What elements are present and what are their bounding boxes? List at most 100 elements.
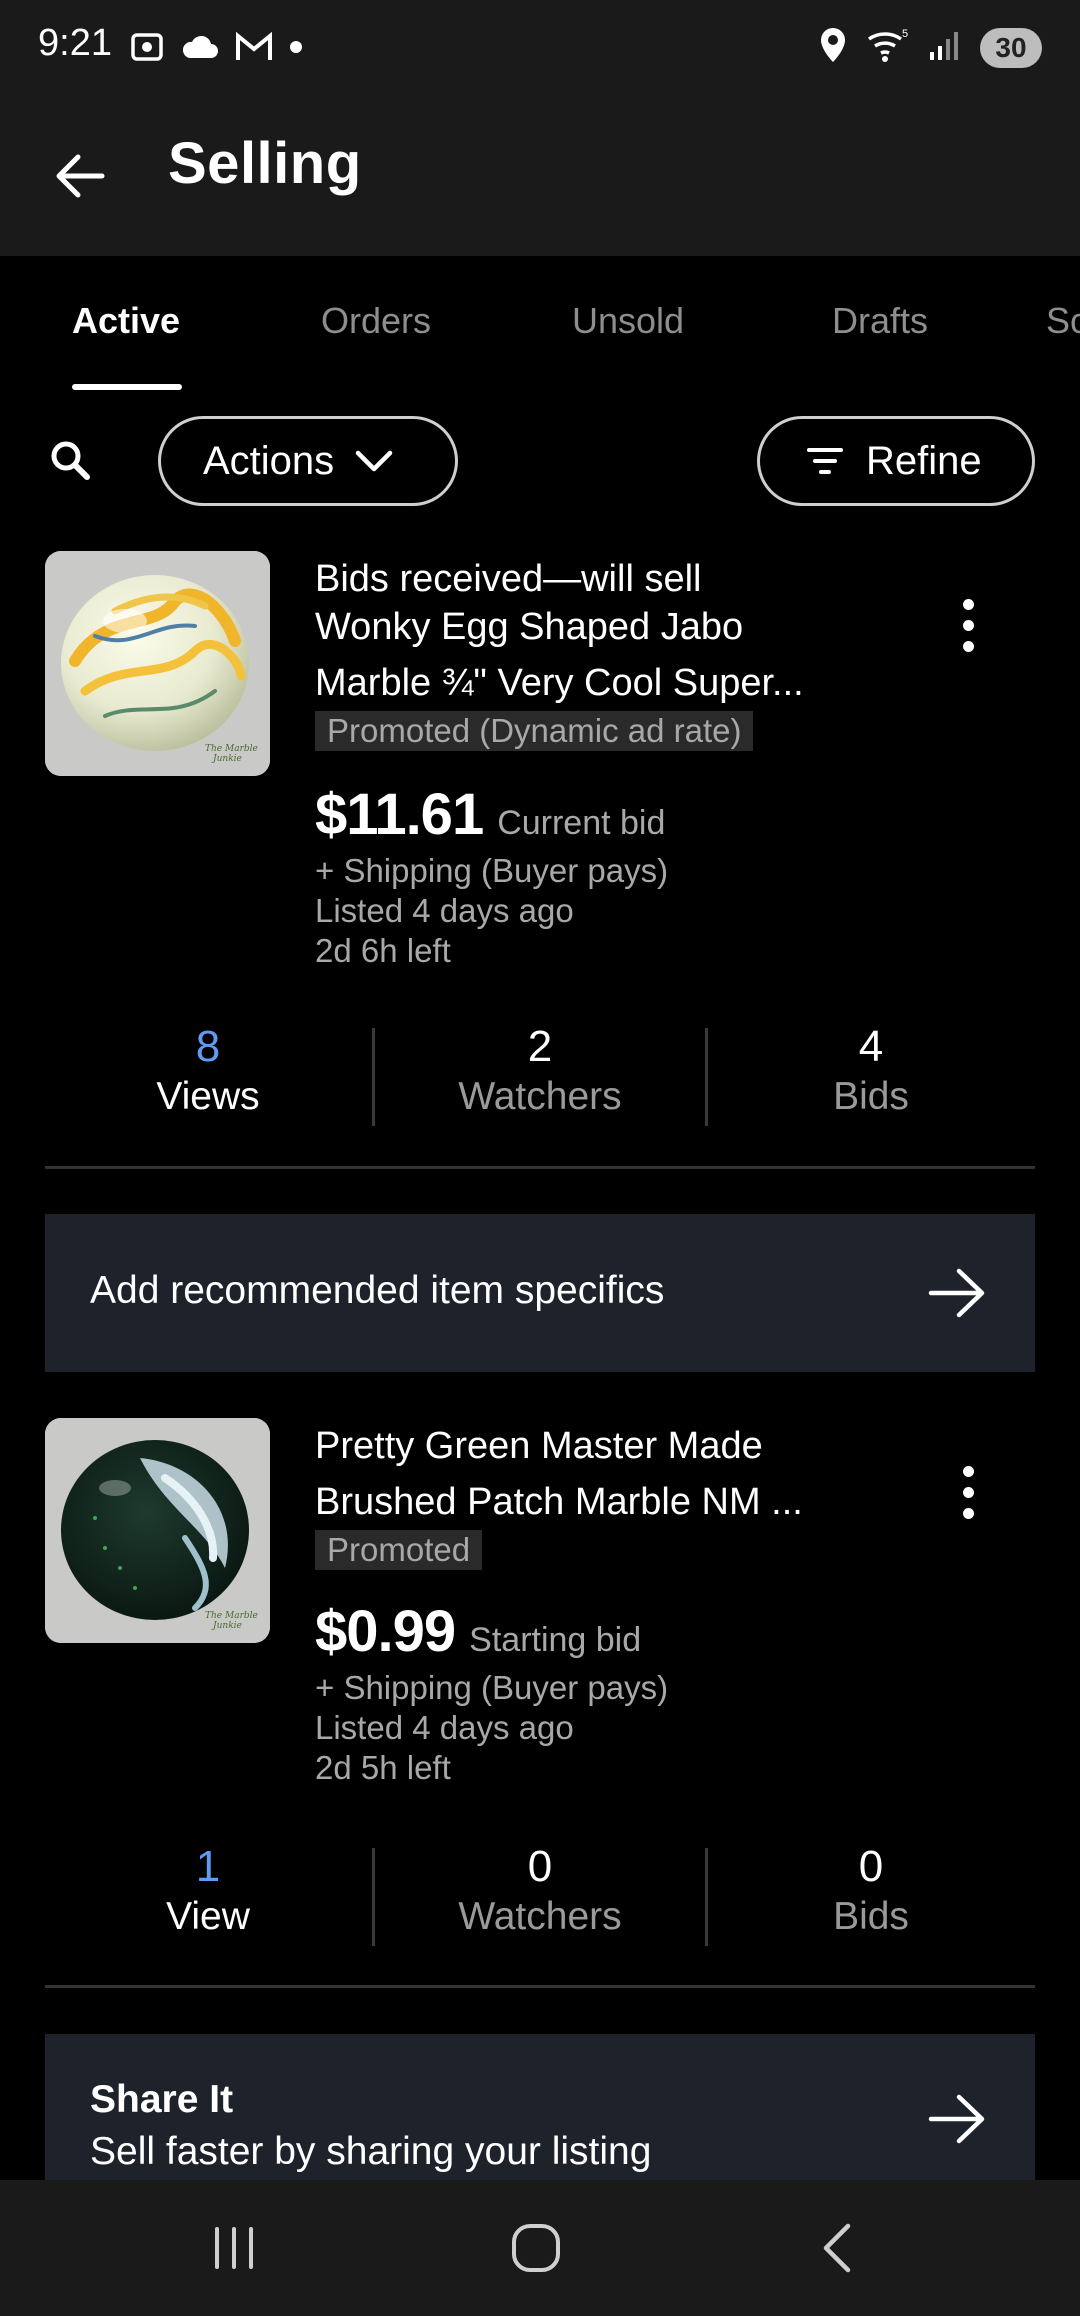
listing-thumbnail[interactable]: The Marble Junkie [45, 551, 270, 776]
status-left-icons [128, 28, 304, 71]
wifi-icon: 5 [866, 27, 910, 68]
price-label: Current bid [497, 804, 666, 842]
status-bar: 9:21 5 30 [0, 0, 1080, 96]
listed-text: Listed 4 days ago [315, 1709, 574, 1746]
listed-text: Listed 4 days ago [315, 892, 574, 929]
stat-watchers: 0 Watchers [375, 1842, 705, 1942]
recents-icon [215, 2227, 253, 2269]
price-row: $0.99 Starting bid [315, 1598, 641, 1665]
chevron-down-icon [355, 450, 393, 472]
title-line: Marble ¾" Very Cool Super... [315, 662, 804, 704]
tab-active-indicator [72, 384, 182, 390]
promoted-badge: Promoted [315, 1530, 483, 1570]
divider [45, 1166, 1035, 1169]
price-row: $11.61 Current bid [315, 781, 665, 848]
signal-icon [928, 28, 962, 67]
svg-text:5: 5 [902, 28, 908, 40]
stat-label: Views [156, 1075, 260, 1118]
filter-icon [807, 448, 843, 474]
shipping-text: + Shipping (Buyer pays) [315, 1669, 669, 1706]
price-label: Starting bid [469, 1621, 642, 1659]
tab-orders[interactable]: Orders [321, 300, 431, 342]
tab-scheduled[interactable]: Sc [1046, 300, 1080, 342]
banner-label: Add recommended item specifics [90, 1269, 665, 1312]
gmail-icon [234, 31, 274, 67]
home-icon [512, 2224, 560, 2272]
stat-value: 8 [195, 1022, 221, 1071]
stat-label: Bids [833, 1895, 909, 1938]
system-nav-bar [0, 2180, 1080, 2316]
location-icon [818, 26, 848, 69]
arrow-right-icon [928, 1268, 985, 1318]
time-left-text: 2d 6h left [315, 932, 451, 969]
listing-toolbar: Actions Refine [0, 392, 1080, 532]
home-button[interactable] [486, 2208, 586, 2288]
title-line: Brushed Patch Marble NM ... [315, 1481, 803, 1523]
more-options-button[interactable] [940, 585, 996, 665]
stat-value: 2 [527, 1022, 553, 1071]
svg-text:Junkie: Junkie [211, 1621, 242, 1631]
stat-watchers: 2 Watchers [375, 1022, 705, 1122]
arrow-left-icon [56, 154, 105, 198]
refine-button[interactable]: Refine [757, 416, 1035, 506]
add-item-specifics-banner[interactable]: Add recommended item specifics [45, 1214, 1035, 1372]
more-vert-icon [962, 1465, 974, 1477]
tab-active[interactable]: Active [72, 300, 180, 342]
stat-views[interactable]: 1 View [43, 1842, 373, 1942]
stat-bids: 4 Bids [706, 1022, 1036, 1122]
tab-bar: Active Orders Unsold Drafts Sc [0, 256, 1080, 392]
divider [45, 1985, 1035, 1988]
search-button[interactable] [42, 432, 98, 488]
stat-bids: 0 Bids [706, 1842, 1036, 1942]
stat-views[interactable]: 8 Views [43, 1022, 373, 1122]
more-options-button[interactable] [940, 1452, 996, 1532]
shipping-text: + Shipping (Buyer pays) [315, 852, 669, 889]
title-line: Pretty Green Master Made [315, 1425, 763, 1467]
listing-title[interactable]: Pretty Green Master Made Brushed Patch M… [315, 1418, 875, 1530]
listing-thumbnail[interactable]: The Marble Junkie [45, 1418, 270, 1643]
actions-button[interactable]: Actions [158, 416, 458, 506]
title-line: Wonky Egg Shaped Jabo [315, 606, 744, 648]
promoted-badge: Promoted (Dynamic ad rate) [315, 711, 754, 751]
page-title: Selling [168, 131, 362, 196]
price: $11.61 [315, 782, 484, 847]
back-button[interactable] [40, 136, 120, 216]
recents-button[interactable] [184, 2208, 284, 2288]
share-it-banner[interactable]: Share It Sell faster by sharing your lis… [45, 2034, 1035, 2180]
tab-unsold[interactable]: Unsold [572, 300, 684, 342]
marble-image: The Marble Junkie [45, 551, 270, 776]
stat-label: Watchers [458, 1075, 622, 1118]
time-left-text: 2d 5h left [315, 1749, 451, 1786]
stat-label: Watchers [458, 1895, 622, 1938]
status-right-icons: 5 30 [818, 26, 1042, 69]
dot-icon [288, 39, 304, 60]
tab-drafts[interactable]: Drafts [832, 300, 928, 342]
status-time: 9:21 [38, 22, 112, 64]
back-nav-icon [823, 2223, 851, 2273]
banner-subtitle: Sell faster by sharing your listing [90, 2130, 652, 2173]
search-icon [51, 441, 90, 480]
thumbnail-watermark: The Marble [205, 744, 258, 754]
listing-title[interactable]: Bids received—will sell Wonky Egg Shaped… [315, 551, 875, 711]
listing-stats: 8 Views 2 Watchers 4 Bids [0, 1022, 1080, 1132]
marble-image: The Marble Junkie [45, 1418, 270, 1643]
cloud-icon [180, 32, 220, 67]
banner-title: Share It [90, 2078, 234, 2121]
stat-value: 0 [527, 1842, 553, 1891]
actions-label: Actions [203, 438, 335, 483]
more-vert-icon [962, 598, 974, 610]
price: $0.99 [315, 1599, 456, 1664]
stat-value: 4 [858, 1022, 884, 1071]
screenshot-icon [128, 28, 166, 71]
nav-back-button[interactable] [788, 2208, 888, 2288]
thumbnail-watermark: The Marble [205, 1611, 258, 1621]
stat-value: 1 [195, 1842, 221, 1891]
stat-label: Bids [833, 1075, 909, 1118]
battery-icon: 30 [980, 27, 1042, 68]
svg-text:Junkie: Junkie [211, 754, 242, 764]
app-bar: Selling [0, 96, 1080, 256]
arrow-right-icon [928, 2094, 985, 2144]
stat-value: 0 [858, 1842, 884, 1891]
refine-label: Refine [866, 438, 982, 483]
stat-label: View [166, 1895, 250, 1938]
